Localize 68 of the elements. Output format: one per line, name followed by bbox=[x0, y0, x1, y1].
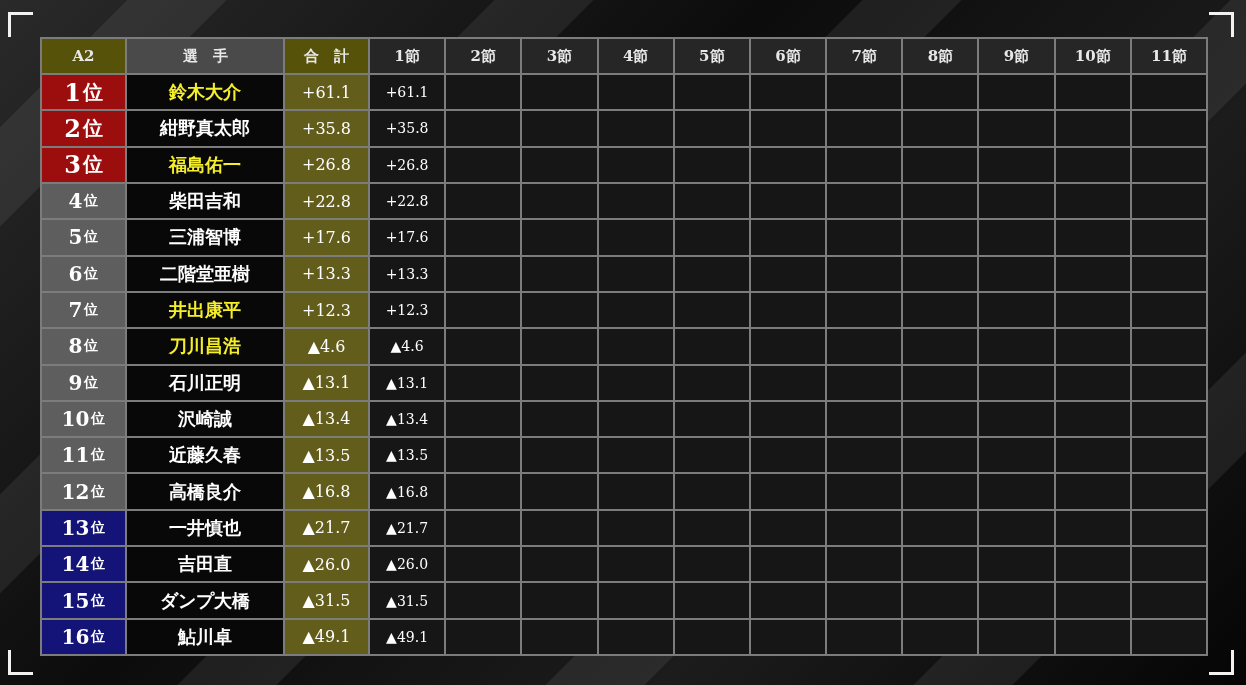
column-header: 11節 bbox=[1131, 39, 1206, 73]
table-cell: +12.3 bbox=[370, 292, 445, 328]
player-name-cell: 三浦智博 bbox=[127, 220, 283, 255]
player-name-cell: 二階堂亜樹 bbox=[127, 256, 283, 291]
column-header: 5節 bbox=[674, 39, 749, 73]
player-name-cell: 鈴木大介 bbox=[127, 75, 283, 110]
player-name-cell: 福島佑一 bbox=[127, 147, 283, 182]
corner-bracket bbox=[1209, 12, 1234, 37]
total-score-cell: +35.8 bbox=[285, 111, 368, 146]
player-name-cell: 沢崎誠 bbox=[127, 401, 283, 437]
player-name-cell: 石川正明 bbox=[127, 365, 283, 400]
column-header: A2 bbox=[42, 39, 125, 73]
player-name-cell: 吉田直 bbox=[127, 547, 283, 582]
table-cell: ▲16.8 bbox=[370, 474, 445, 509]
column-header: 8節 bbox=[903, 39, 978, 73]
table-cell: ▲26.0 bbox=[370, 547, 445, 582]
table-cell: ▲49.1 bbox=[370, 619, 445, 654]
rank-cell: 1位 bbox=[42, 75, 125, 110]
player-name-cell: 近藤久春 bbox=[127, 438, 283, 473]
player-name-cell: 刀川昌浩 bbox=[127, 329, 283, 364]
column-header: 合 計 bbox=[285, 39, 368, 73]
total-score-cell: +17.6 bbox=[285, 220, 368, 255]
corner-bracket bbox=[8, 650, 33, 675]
table-cell: +61.1 bbox=[370, 75, 445, 110]
total-score-cell: ▲49.1 bbox=[285, 619, 368, 654]
corner-bracket bbox=[8, 12, 33, 37]
table-cell: ▲13.1 bbox=[370, 365, 445, 400]
column-header: 9節 bbox=[979, 39, 1054, 73]
total-score-cell: ▲31.5 bbox=[285, 583, 368, 618]
column-header: 10節 bbox=[1055, 39, 1130, 73]
column-header: 選 手 bbox=[127, 39, 283, 73]
player-name-cell: 一井慎也 bbox=[127, 510, 283, 546]
table-cell: +17.6 bbox=[370, 220, 445, 255]
table-cell: +13.3 bbox=[370, 256, 445, 291]
player-name-cell: 井出康平 bbox=[127, 292, 283, 328]
column-header: 4節 bbox=[598, 39, 673, 73]
total-score-cell: ▲16.8 bbox=[285, 474, 368, 509]
total-score-cell: ▲13.4 bbox=[285, 401, 368, 437]
table-cell: +26.8 bbox=[370, 147, 445, 182]
rank-cell: 2位 bbox=[42, 111, 125, 146]
player-name-cell: 高橋良介 bbox=[127, 474, 283, 509]
total-score-cell: ▲4.6 bbox=[285, 329, 368, 364]
player-name-cell: ダンプ大橋 bbox=[127, 583, 283, 618]
column-header: 2節 bbox=[446, 39, 521, 73]
total-score-cell: +61.1 bbox=[285, 75, 368, 110]
table-cell: ▲13.5 bbox=[370, 438, 445, 473]
total-score-cell: ▲13.1 bbox=[285, 365, 368, 400]
player-name-cell: 柴田吉和 bbox=[127, 183, 283, 219]
player-name-cell: 紺野真太郎 bbox=[127, 111, 283, 146]
player-name-cell: 鮎川卓 bbox=[127, 619, 283, 654]
column-header: 7節 bbox=[827, 39, 902, 73]
column-header: 6節 bbox=[750, 39, 826, 73]
table-cell: ▲13.4 bbox=[370, 401, 445, 437]
total-score-cell: ▲13.5 bbox=[285, 438, 368, 473]
total-score-cell: +22.8 bbox=[285, 183, 368, 219]
total-score-cell: ▲26.0 bbox=[285, 547, 368, 582]
total-score-cell: ▲21.7 bbox=[285, 510, 368, 546]
table-cell: ▲31.5 bbox=[370, 583, 445, 618]
total-score-cell: +26.8 bbox=[285, 147, 368, 182]
table-cell: ▲4.6 bbox=[370, 329, 445, 364]
rank-cell: 3位 bbox=[42, 147, 125, 182]
total-score-cell: +12.3 bbox=[285, 292, 368, 328]
table-cell: +22.8 bbox=[370, 183, 445, 219]
table-cell: +35.8 bbox=[370, 111, 445, 146]
column-header: 1節 bbox=[370, 39, 445, 73]
column-header: 3節 bbox=[522, 39, 597, 73]
total-score-cell: +13.3 bbox=[285, 256, 368, 291]
table-cell: ▲21.7 bbox=[370, 510, 445, 546]
